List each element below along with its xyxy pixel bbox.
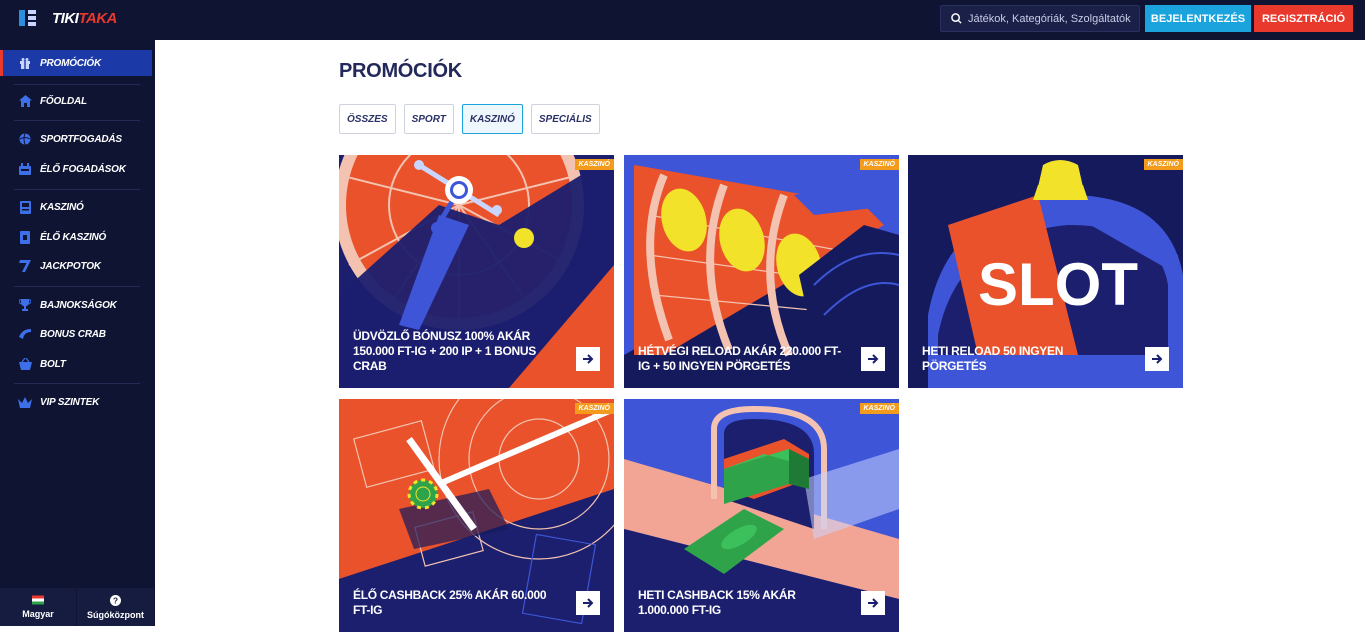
promo-title: ÜDVÖZLŐ BÓNUSZ 100% AKÁR 150.000 FT-IG +… xyxy=(353,329,536,373)
sidebar-item-label: BAJNOKSÁGOK xyxy=(40,299,117,311)
basket-icon xyxy=(18,357,32,371)
sidebar-divider xyxy=(14,286,140,287)
arrow-right-icon[interactable] xyxy=(861,591,885,615)
sidebar-item-promotions[interactable]: PROMÓCIÓK xyxy=(0,50,152,76)
seven-icon xyxy=(18,259,32,273)
category-badge: KASZINÓ xyxy=(859,403,899,414)
arrow-right-icon[interactable] xyxy=(576,591,600,615)
category-badge: KASZINÓ xyxy=(574,403,614,414)
promo-card[interactable]: KASZINÓ ÜDVÖZLŐ BÓNUSZ 100% AKÁR 150.000… xyxy=(339,155,614,388)
sidebar-item-label: BOLT xyxy=(40,358,66,370)
sidebar-item-casino[interactable]: KASZINÓ xyxy=(0,194,152,220)
sidebar-item-bonus-crab[interactable]: BONUS CRAB xyxy=(0,321,152,347)
filter-casino[interactable]: KASZINÓ xyxy=(461,104,523,134)
logo-taka: TAKA xyxy=(78,10,117,27)
filter-sport[interactable]: SPORT xyxy=(403,104,454,134)
category-badge: KASZINÓ xyxy=(859,159,899,170)
live-icon xyxy=(18,162,32,176)
arrow-right-icon[interactable] xyxy=(1145,347,1169,371)
filter-all[interactable]: ÖSSZES xyxy=(339,104,396,134)
sidebar-item-vip-levels[interactable]: VIP SZINTEK xyxy=(0,389,152,415)
help-center-link[interactable]: ? Súgóközpont xyxy=(77,588,154,626)
slot-art-text: SLOT xyxy=(978,251,1138,318)
logo-tiki: TIKI xyxy=(52,10,79,27)
crown-icon xyxy=(18,395,32,409)
help-icon: ? xyxy=(110,594,121,606)
sidebar-divider xyxy=(14,84,140,85)
page-title: PROMÓCIÓK xyxy=(339,60,462,82)
sidebar-item-label: JACKPOTOK xyxy=(40,260,101,272)
sidebar-item-label: ÉLŐ KASZINÓ xyxy=(40,231,107,243)
sidebar-divider xyxy=(14,120,140,121)
search-icon xyxy=(951,13,962,24)
gift-icon xyxy=(18,56,32,70)
help-label: Súgóközpont xyxy=(87,609,144,620)
sidebar-footer: Magyar ? Súgóközpont xyxy=(0,588,155,626)
trophy-icon xyxy=(18,298,32,312)
login-button[interactable]: BEJELENTKEZÉS xyxy=(1145,5,1251,32)
language-label: Magyar xyxy=(22,609,54,619)
svg-text:?: ? xyxy=(113,596,118,605)
promo-card[interactable]: KASZINÓ ÉLŐ CASHBACK 25% AKÁR 60.000 FT-… xyxy=(339,399,614,632)
sidebar-item-home[interactable]: FŐOLDAL xyxy=(0,88,152,114)
home-icon xyxy=(18,94,32,108)
sidebar-item-live-betting[interactable]: ÉLŐ FOGADÁSOK xyxy=(0,156,152,182)
arrow-right-icon[interactable] xyxy=(861,347,885,371)
sidebar-item-shop[interactable]: BOLT xyxy=(0,351,152,377)
arrow-right-icon[interactable] xyxy=(576,347,600,371)
tikitaka-logo[interactable]: TIKITAKA xyxy=(52,10,117,27)
category-badge: KASZINÓ xyxy=(574,159,614,170)
casino-icon xyxy=(18,200,32,214)
search-placeholder: Játékok, Kategóriák, Szolgáltatók xyxy=(968,12,1131,25)
crab-icon xyxy=(18,327,32,341)
sidebar-item-label: KASZINÓ xyxy=(40,201,84,213)
promo-card[interactable]: KASZINÓ HÉTVÉGI RELOAD AKÁR 220.000 FT-I… xyxy=(624,155,899,388)
sidebar-item-label: SPORTFOGADÁS xyxy=(40,133,122,145)
filter-tabs: ÖSSZES SPORT KASZINÓ SPECIÁLIS xyxy=(339,104,608,134)
sidebar-item-label: FŐOLDAL xyxy=(40,95,87,107)
hungarian-flag-icon xyxy=(32,595,44,605)
promo-card[interactable]: SLOT KASZINÓ HETI RELOAD 50 INGYEN PÖRGE… xyxy=(908,155,1183,388)
search-input[interactable]: Játékok, Kategóriák, Szolgáltatók xyxy=(940,5,1140,32)
sidebar-divider xyxy=(14,383,140,384)
sidebar-item-label: PROMÓCIÓK xyxy=(40,57,101,69)
register-button[interactable]: REGISZTRÁCIÓ xyxy=(1254,5,1353,32)
promo-title: HETI RELOAD 50 INGYEN PÖRGETÉS xyxy=(922,344,1064,373)
top-bar: TIKITAKA Játékok, Kategóriák, Szolgáltat… xyxy=(0,0,1365,40)
ball-icon xyxy=(18,132,32,146)
promo-title: HETI CASHBACK 15% AKÁR 1.000.000 FT-IG xyxy=(638,588,796,617)
sidebar-item-label: BONUS CRAB xyxy=(40,328,106,340)
sidebar-item-live-casino[interactable]: ÉLŐ KASZINÓ xyxy=(0,224,152,250)
sidebar-item-label: VIP SZINTEK xyxy=(40,396,100,408)
promo-title: HÉTVÉGI RELOAD AKÁR 220.000 FT-IG + 50 I… xyxy=(638,344,841,373)
card-icon xyxy=(18,230,32,244)
sidebar-item-jackpots[interactable]: JACKPOTOK xyxy=(0,253,152,279)
sidebar-divider xyxy=(14,189,140,190)
promo-card[interactable]: KASZINÓ HETI CASHBACK 15% AKÁR 1.000.000… xyxy=(624,399,899,632)
filter-special[interactable]: SPECIÁLIS xyxy=(530,104,600,134)
language-selector[interactable]: Magyar xyxy=(0,588,77,626)
promo-title: ÉLŐ CASHBACK 25% AKÁR 60.000 FT-IG xyxy=(353,588,547,617)
sidebar-item-tournaments[interactable]: BAJNOKSÁGOK xyxy=(0,292,152,318)
main-content: PROMÓCIÓK ÖSSZES SPORT KASZINÓ SPECIÁLIS xyxy=(155,40,1365,632)
sidebar: PROMÓCIÓK FŐOLDAL SPORTFOGADÁS ÉLŐ FOGAD… xyxy=(0,40,155,626)
category-badge: KASZINÓ xyxy=(1143,159,1183,170)
menu-toggle-icon[interactable] xyxy=(19,10,37,26)
sidebar-item-label: ÉLŐ FOGADÁSOK xyxy=(40,163,126,175)
sidebar-item-sportsbetting[interactable]: SPORTFOGADÁS xyxy=(0,126,152,152)
